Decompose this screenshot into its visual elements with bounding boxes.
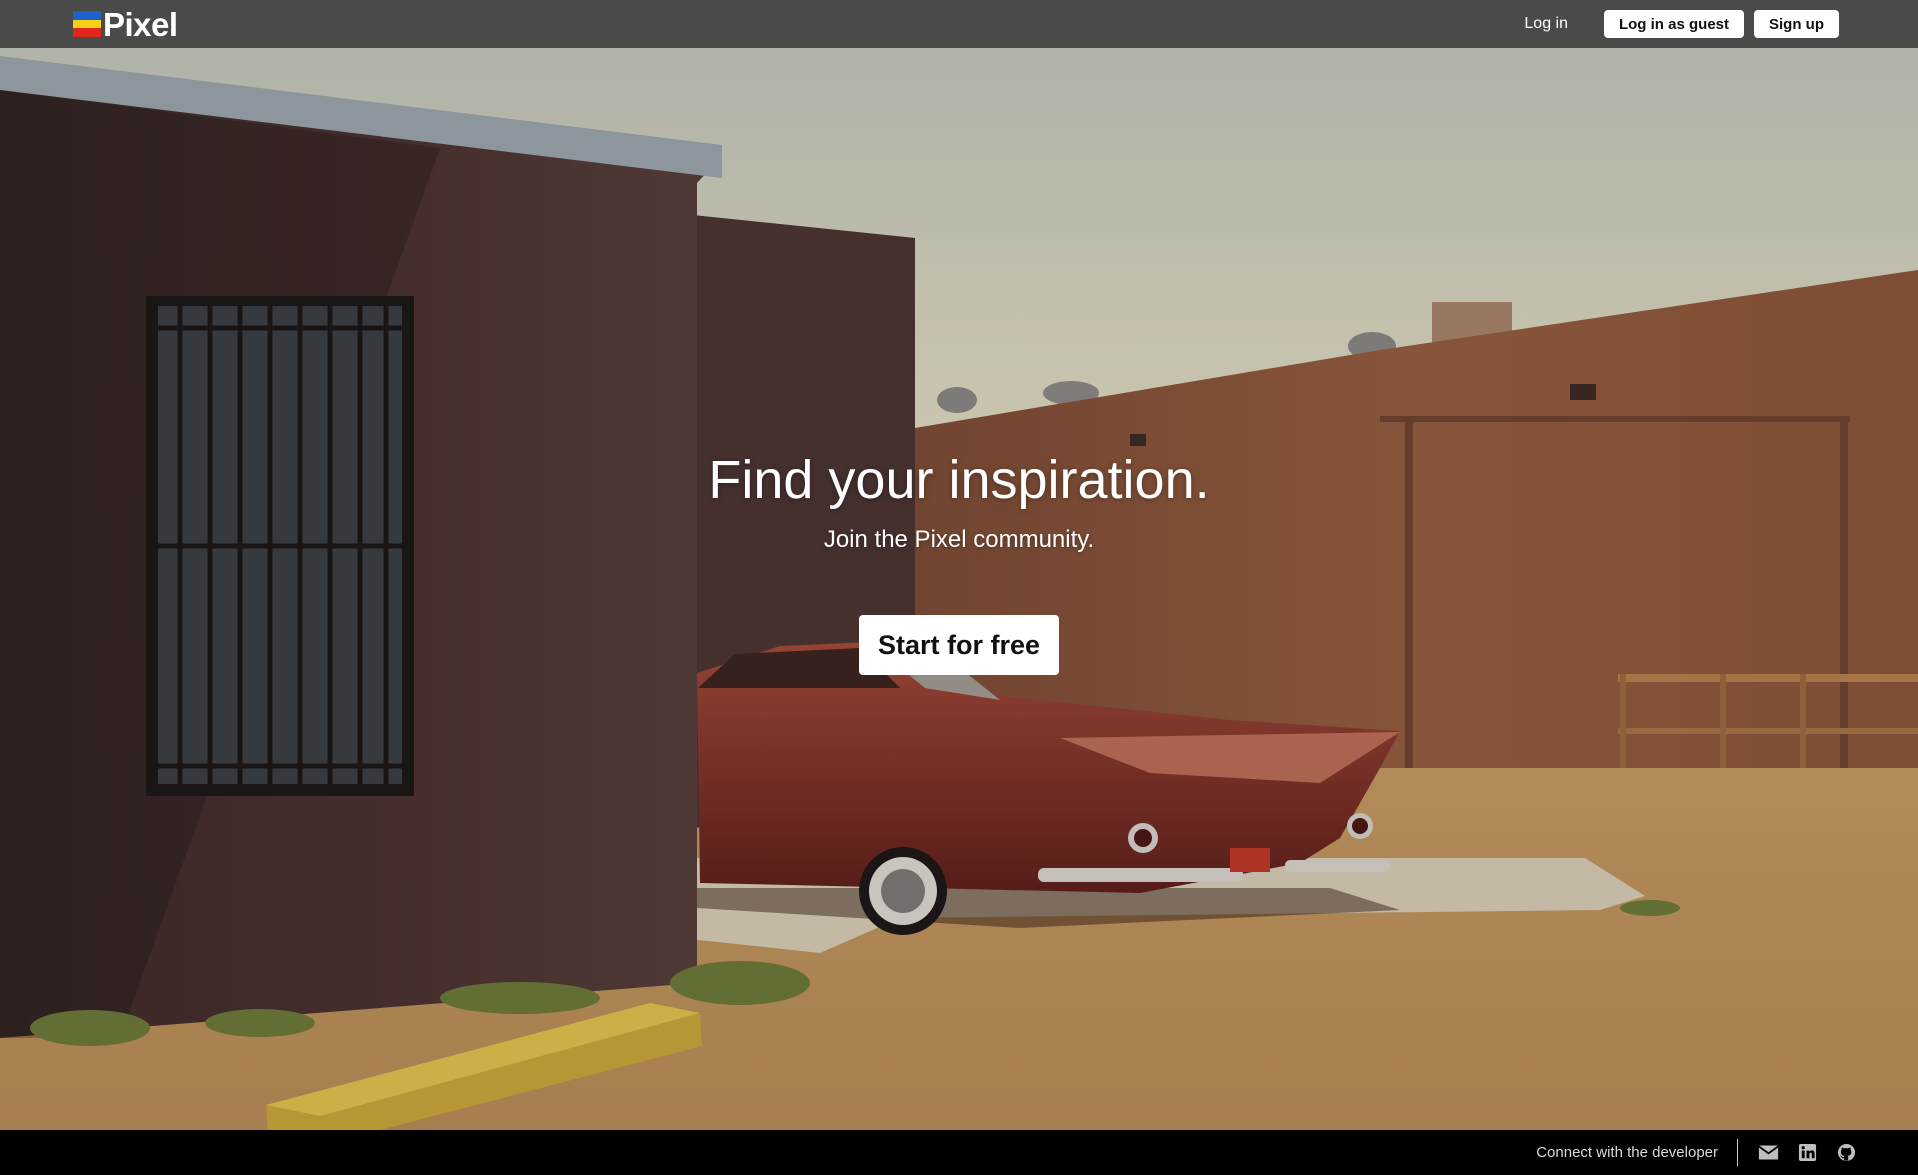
hero-section: Find your inspiration. Join the Pixel co… bbox=[0, 48, 1918, 1130]
footer-divider bbox=[1737, 1139, 1738, 1166]
social-links bbox=[1758, 1143, 1857, 1162]
pixel-logo[interactable]: Pixel bbox=[73, 5, 178, 43]
linkedin-icon[interactable] bbox=[1797, 1143, 1818, 1162]
footer-bar: Connect with the developer bbox=[0, 1130, 1918, 1175]
github-icon[interactable] bbox=[1836, 1143, 1857, 1162]
hero-title: Find your inspiration. bbox=[708, 450, 1210, 510]
landing-page: Pixel Log in Log in as guest Sign up Fin… bbox=[0, 0, 1918, 1175]
hero-background-image bbox=[0, 48, 1918, 1130]
auth-navigation: Log in Log in as guest Sign up bbox=[1524, 10, 1839, 38]
brand-name: Pixel bbox=[103, 5, 178, 43]
mail-icon[interactable] bbox=[1758, 1143, 1779, 1162]
start-for-free-button[interactable]: Start for free bbox=[859, 615, 1059, 675]
hero-subtitle: Join the Pixel community. bbox=[823, 526, 1095, 553]
login-as-guest-button[interactable]: Log in as guest bbox=[1603, 10, 1744, 38]
top-navigation-bar: Pixel Log in Log in as guest Sign up bbox=[0, 0, 1918, 48]
login-link[interactable]: Log in bbox=[1524, 15, 1568, 33]
signup-button[interactable]: Sign up bbox=[1754, 10, 1839, 38]
logo-stripes-icon bbox=[73, 11, 101, 38]
connect-with-developer-label: Connect with the developer bbox=[1536, 1144, 1718, 1161]
